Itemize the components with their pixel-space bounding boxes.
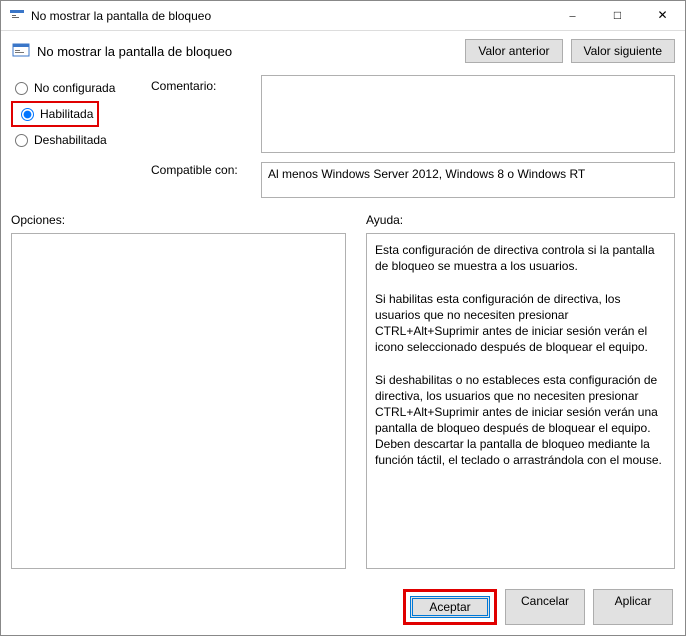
radio-disabled[interactable]: Deshabilitada [11, 131, 151, 149]
titlebar: No mostrar la pantalla de bloqueo – □ ✕ [1, 1, 685, 31]
radio-not-configured[interactable]: No configurada [11, 79, 151, 97]
highlight-enabled: Habilitada [11, 101, 99, 127]
policy-icon [11, 41, 31, 61]
options-panel [11, 233, 346, 569]
supported-label: Compatible con: [151, 163, 261, 177]
highlight-accept: Aceptar [403, 589, 497, 625]
next-setting-button[interactable]: Valor siguiente [571, 39, 676, 63]
radio-enabled-input[interactable] [21, 108, 34, 121]
radio-disabled-label: Deshabilitada [34, 133, 107, 147]
help-panel: Esta configuración de directiva controla… [366, 233, 675, 569]
comment-label: Comentario: [151, 79, 261, 163]
radio-not-configured-input[interactable] [15, 82, 28, 95]
comment-textarea[interactable] [261, 75, 675, 153]
ok-button[interactable]: Aceptar [410, 596, 490, 618]
footer: Aceptar Cancelar Aplicar [1, 579, 685, 635]
radio-not-configured-label: No configurada [34, 81, 115, 95]
policy-name: No mostrar la pantalla de bloqueo [37, 44, 465, 59]
close-button[interactable]: ✕ [640, 1, 685, 30]
window-title: No mostrar la pantalla de bloqueo [31, 9, 550, 23]
apply-button[interactable]: Aplicar [593, 589, 673, 625]
radio-enabled-label: Habilitada [40, 107, 93, 121]
options-label: Opciones: [11, 213, 346, 227]
cancel-button[interactable]: Cancelar [505, 589, 585, 625]
help-label: Ayuda: [366, 213, 675, 227]
supported-textarea [261, 162, 675, 198]
radio-enabled[interactable]: Habilitada [17, 105, 93, 123]
prev-setting-button[interactable]: Valor anterior [465, 39, 562, 63]
radio-disabled-input[interactable] [15, 134, 28, 147]
app-icon [9, 8, 25, 24]
minimize-button[interactable]: – [550, 1, 595, 30]
maximize-button[interactable]: □ [595, 1, 640, 30]
